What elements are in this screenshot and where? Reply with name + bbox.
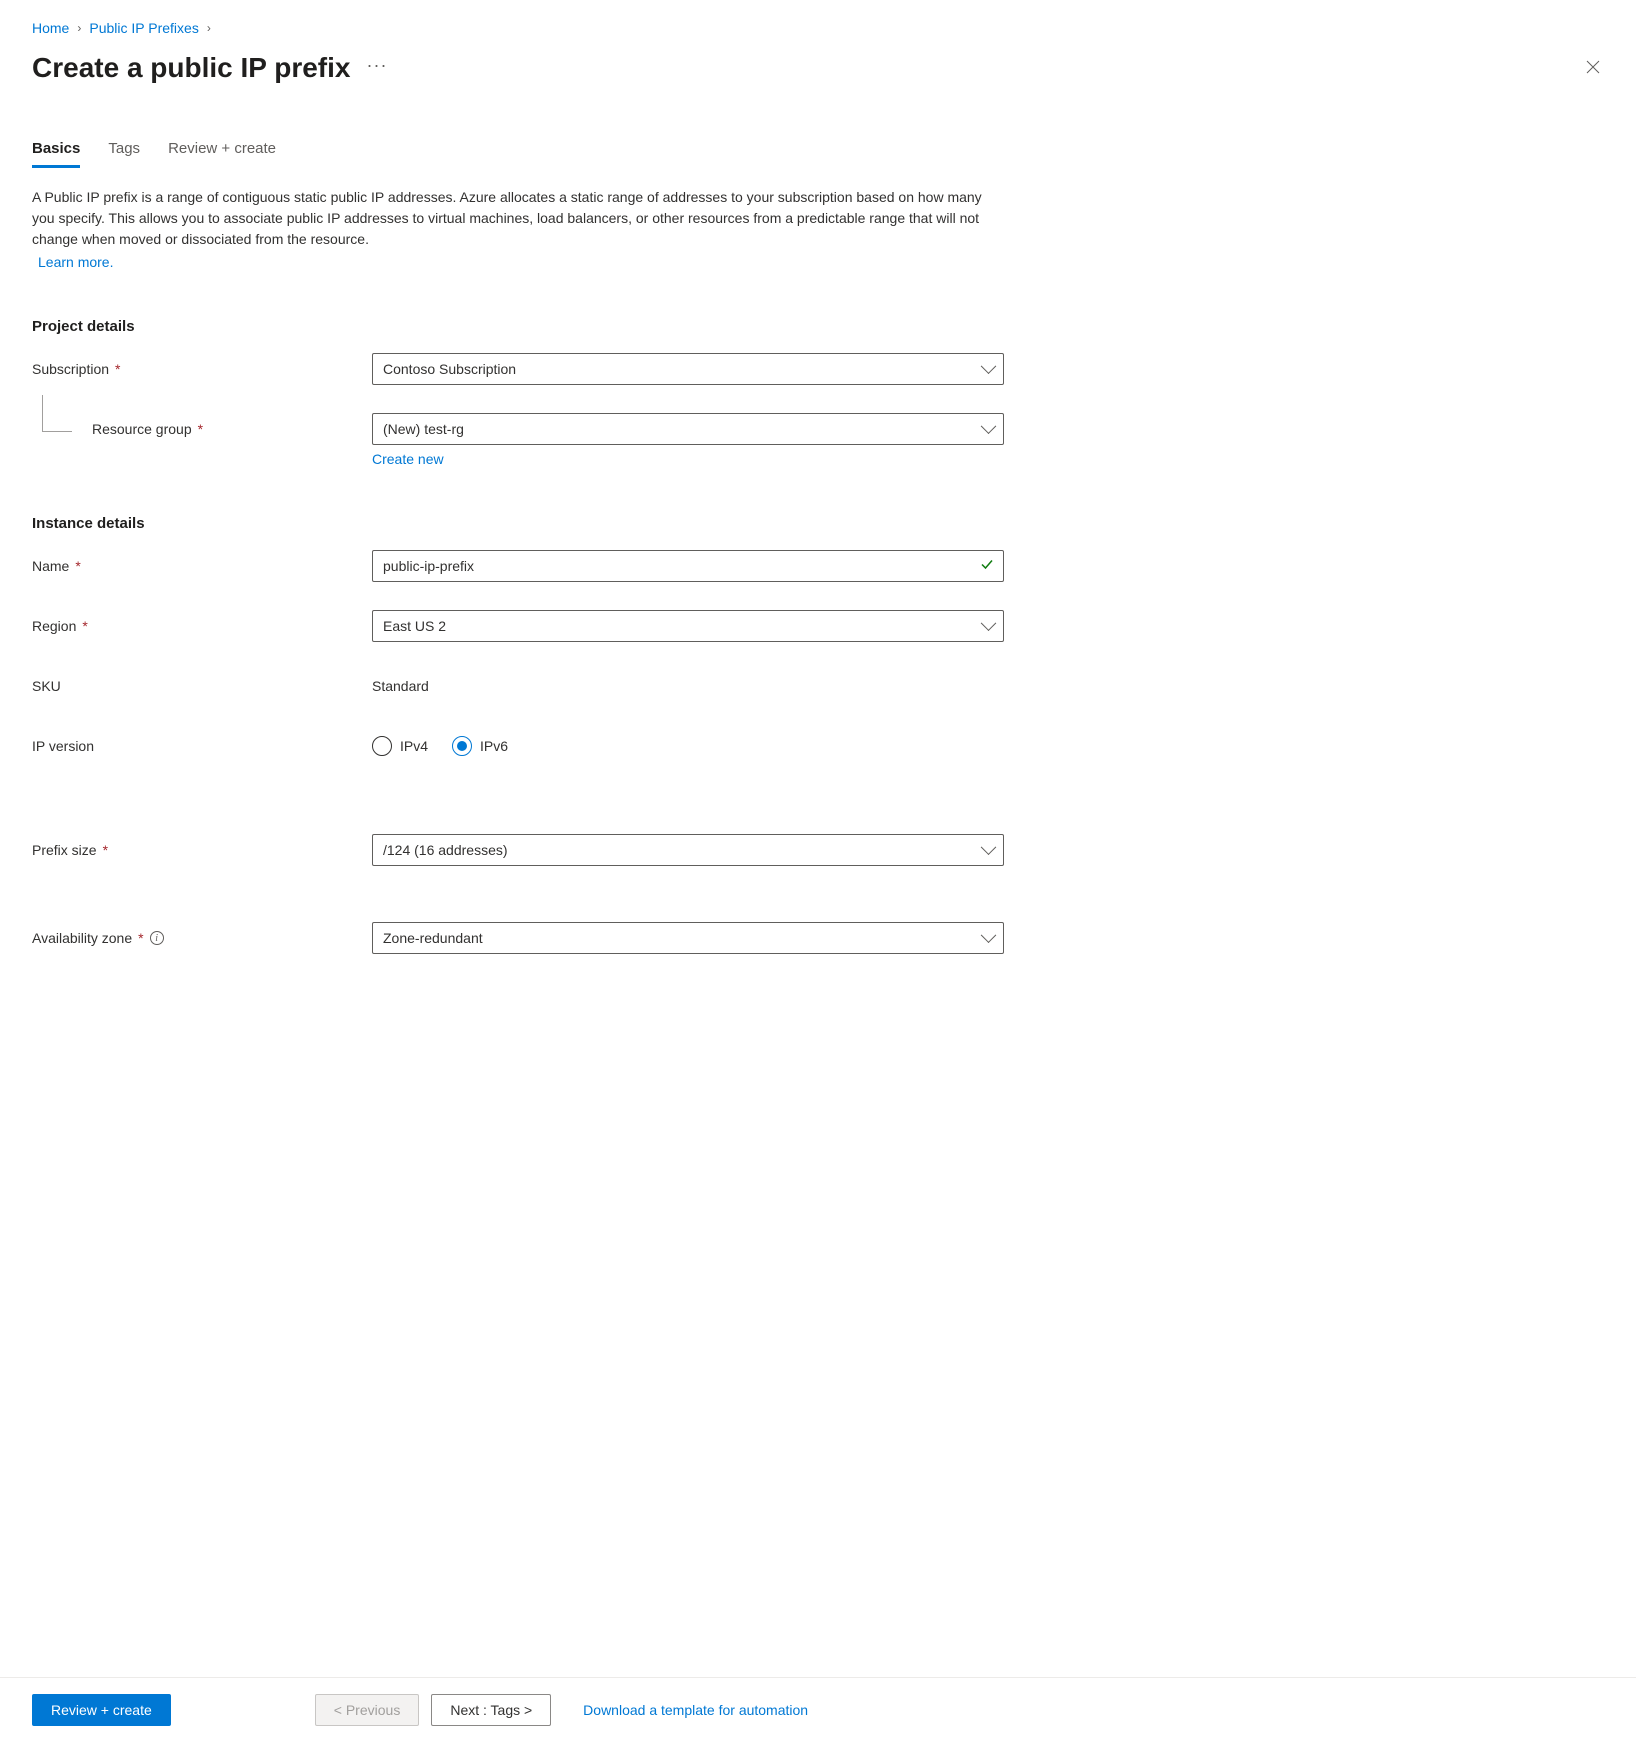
required-indicator: * xyxy=(115,361,120,377)
ipv4-label: IPv4 xyxy=(400,738,428,754)
name-label: Name xyxy=(32,558,69,574)
description-text: A Public IP prefix is a range of contigu… xyxy=(32,187,992,250)
availability-zone-label: Availability zone xyxy=(32,930,132,946)
prefix-size-label: Prefix size xyxy=(32,842,97,858)
previous-button: < Previous xyxy=(315,1694,420,1726)
review-create-button[interactable]: Review + create xyxy=(32,1694,171,1726)
tab-review-create[interactable]: Review + create xyxy=(168,132,276,167)
ipv6-radio[interactable]: IPv6 xyxy=(452,736,508,756)
subscription-label: Subscription xyxy=(32,361,109,377)
breadcrumb-parent[interactable]: Public IP Prefixes xyxy=(89,20,198,36)
chevron-right-icon: › xyxy=(207,21,211,35)
ipv4-radio[interactable]: IPv4 xyxy=(372,736,428,756)
subscription-dropdown[interactable]: Contoso Subscription xyxy=(372,353,1004,385)
sku-value: Standard xyxy=(372,678,429,694)
tabs: Basics Tags Review + create xyxy=(32,132,1604,167)
ipv6-label: IPv6 xyxy=(480,738,508,754)
create-new-link[interactable]: Create new xyxy=(372,451,444,467)
page-title: Create a public IP prefix xyxy=(32,52,351,84)
ip-version-label: IP version xyxy=(32,738,94,754)
prefix-size-dropdown[interactable]: /124 (16 addresses) xyxy=(372,834,1004,866)
sku-label: SKU xyxy=(32,678,61,694)
required-indicator: * xyxy=(198,421,203,437)
close-icon[interactable] xyxy=(1582,54,1604,83)
section-project-details: Project details xyxy=(32,318,1604,335)
footer: Review + create < Previous Next : Tags >… xyxy=(0,1677,1636,1750)
region-dropdown[interactable]: East US 2 xyxy=(372,610,1004,642)
radio-icon xyxy=(452,736,472,756)
chevron-right-icon: › xyxy=(77,21,81,35)
learn-more-link[interactable]: Learn more. xyxy=(38,254,113,270)
download-template-link[interactable]: Download a template for automation xyxy=(583,1702,808,1718)
ip-version-radio-group: IPv4 IPv6 xyxy=(372,736,1004,756)
required-indicator: * xyxy=(82,618,87,634)
region-label: Region xyxy=(32,618,76,634)
more-actions-button[interactable]: ··· xyxy=(367,55,388,82)
breadcrumb: Home › Public IP Prefixes › xyxy=(32,20,1604,36)
required-indicator: * xyxy=(103,842,108,858)
radio-icon xyxy=(372,736,392,756)
checkmark-icon xyxy=(980,558,994,575)
resource-group-dropdown[interactable]: (New) test-rg xyxy=(372,413,1004,445)
tab-tags[interactable]: Tags xyxy=(108,132,140,167)
section-instance-details: Instance details xyxy=(32,515,1604,532)
required-indicator: * xyxy=(138,930,143,946)
required-indicator: * xyxy=(75,558,80,574)
info-icon[interactable]: i xyxy=(150,931,164,945)
resource-group-label: Resource group xyxy=(92,421,192,437)
tab-basics[interactable]: Basics xyxy=(32,132,80,167)
availability-zone-dropdown[interactable]: Zone-redundant xyxy=(372,922,1004,954)
next-button[interactable]: Next : Tags > xyxy=(431,1694,551,1726)
breadcrumb-home[interactable]: Home xyxy=(32,20,69,36)
name-input[interactable] xyxy=(372,550,1004,582)
